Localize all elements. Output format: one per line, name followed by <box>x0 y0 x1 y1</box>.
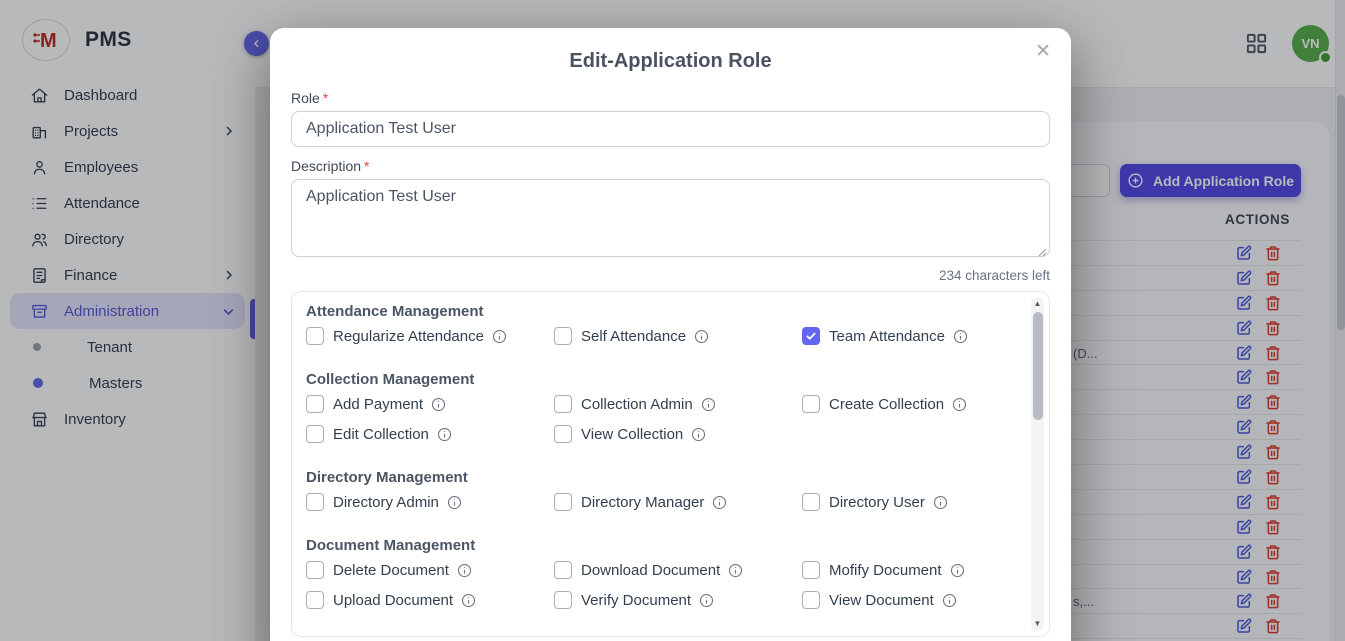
permission-view-document[interactable]: View Document <box>802 590 1005 610</box>
permission-label: Verify Document <box>581 592 691 609</box>
info-icon[interactable] <box>461 593 476 608</box>
info-icon[interactable] <box>942 593 957 608</box>
permission-label: Team Attendance <box>829 328 945 345</box>
checkbox-unchecked[interactable] <box>554 327 572 345</box>
permission-section-title: Attendance Management <box>306 304 1005 319</box>
checkbox-unchecked[interactable] <box>554 493 572 511</box>
permission-label: Self Attendance <box>581 328 686 345</box>
checkbox-unchecked[interactable] <box>306 395 324 413</box>
permission-label: Collection Admin <box>581 396 693 413</box>
info-icon[interactable] <box>457 563 472 578</box>
permission-label: Directory User <box>829 494 925 511</box>
info-icon[interactable] <box>492 329 507 344</box>
checkbox-unchecked[interactable] <box>554 395 572 413</box>
role-input[interactable] <box>291 111 1050 147</box>
permission-upload-document[interactable]: Upload Document <box>306 590 554 610</box>
modal-title: Edit-Application Role <box>291 49 1050 73</box>
permission-section-directory-management: Directory ManagementDirectory AdminDirec… <box>306 470 1005 512</box>
checkbox-unchecked[interactable] <box>306 493 324 511</box>
permission-label: Mofify Document <box>829 562 942 579</box>
info-icon[interactable] <box>953 329 968 344</box>
info-icon[interactable] <box>933 495 948 510</box>
info-icon[interactable] <box>952 397 967 412</box>
description-label: Description* <box>291 158 1050 174</box>
permission-section-attendance-management: Attendance Management Regularize Attendan… <box>306 304 1005 346</box>
info-icon[interactable] <box>447 495 462 510</box>
checkbox-unchecked[interactable] <box>306 327 324 345</box>
permission-grid: Delete Document Download Document Mofify D… <box>306 560 1005 610</box>
checkbox-unchecked[interactable] <box>554 591 572 609</box>
permissions-scrollbar[interactable]: ▲ ▼ <box>1031 297 1044 631</box>
permission-verify-document[interactable]: Verify Document <box>554 590 802 610</box>
permission-section-title: Directory Management <box>306 470 1005 485</box>
permission-grid: Directory Admin Directory Manager Director… <box>306 492 1005 512</box>
required-mark: * <box>364 158 369 174</box>
permission-section-title: Document Management <box>306 538 1005 553</box>
permission-regularize-attendance[interactable]: Regularize Attendance <box>306 326 554 346</box>
permission-label: View Document <box>829 592 934 609</box>
permission-view-collection[interactable]: View Collection <box>554 424 802 444</box>
checkbox-unchecked[interactable] <box>554 561 572 579</box>
permission-section-collection-management: Collection Management Add Payment Collecti… <box>306 372 1005 444</box>
required-mark: * <box>323 90 328 106</box>
permission-collection-admin[interactable]: Collection Admin <box>554 394 802 414</box>
checkbox-unchecked[interactable] <box>306 561 324 579</box>
permission-directory-user[interactable]: Directory User <box>802 492 1005 512</box>
permission-edit-collection[interactable]: Edit Collection <box>306 424 554 444</box>
checkbox-unchecked[interactable] <box>554 425 572 443</box>
permission-section-title: Collection Management <box>306 372 1005 387</box>
info-icon[interactable] <box>699 593 714 608</box>
permission-create-collection[interactable]: Create Collection <box>802 394 1005 414</box>
check-icon <box>805 330 817 342</box>
checkbox-unchecked[interactable] <box>802 591 820 609</box>
info-icon[interactable] <box>701 397 716 412</box>
permission-label: Directory Manager <box>581 494 704 511</box>
permission-label: Regularize Attendance <box>333 328 484 345</box>
checkbox-unchecked[interactable] <box>802 395 820 413</box>
permissions-scrollbar-thumb[interactable] <box>1033 312 1043 420</box>
info-icon[interactable] <box>437 427 452 442</box>
permission-download-document[interactable]: Download Document <box>554 560 802 580</box>
permission-label: Upload Document <box>333 592 453 609</box>
info-icon[interactable] <box>691 427 706 442</box>
screen: M PMS DashboardProjectsEmployeesAttendan… <box>0 0 1345 641</box>
info-icon[interactable] <box>694 329 709 344</box>
description-textarea[interactable]: Application Test User <box>291 179 1050 257</box>
permission-mofify-document[interactable]: Mofify Document <box>802 560 1005 580</box>
permission-add-payment[interactable]: Add Payment <box>306 394 554 414</box>
permission-sections: Attendance Management Regularize Attendan… <box>306 304 1005 610</box>
checkbox-unchecked[interactable] <box>306 425 324 443</box>
close-icon[interactable]: ✕ <box>1035 42 1051 61</box>
checkbox-unchecked[interactable] <box>802 561 820 579</box>
permission-label: Directory Admin <box>333 494 439 511</box>
permission-grid: Add Payment Collection Admin Create Collec… <box>306 394 1005 444</box>
permission-section-document-management: Document Management Delete Document Downlo… <box>306 538 1005 610</box>
permission-label: Create Collection <box>829 396 944 413</box>
checkbox-checked[interactable] <box>802 327 820 345</box>
edit-application-role-modal: ✕ Edit-Application Role Role* Descriptio… <box>270 28 1071 641</box>
checkbox-unchecked[interactable] <box>802 493 820 511</box>
permission-label: Edit Collection <box>333 426 429 443</box>
permission-delete-document[interactable]: Delete Document <box>306 560 554 580</box>
role-label: Role* <box>291 90 1050 106</box>
permission-label: Add Payment <box>333 396 423 413</box>
permission-directory-admin[interactable]: Directory Admin <box>306 492 554 512</box>
checkbox-unchecked[interactable] <box>306 591 324 609</box>
scroll-up-icon[interactable]: ▲ <box>1031 298 1044 310</box>
info-icon[interactable] <box>950 563 965 578</box>
info-icon[interactable] <box>712 495 727 510</box>
info-icon[interactable] <box>728 563 743 578</box>
permission-label: Download Document <box>581 562 720 579</box>
permission-directory-manager[interactable]: Directory Manager <box>554 492 802 512</box>
permission-self-attendance[interactable]: Self Attendance <box>554 326 802 346</box>
info-icon[interactable] <box>431 397 446 412</box>
permissions-box: Attendance Management Regularize Attendan… <box>291 291 1050 637</box>
permission-label: View Collection <box>581 426 683 443</box>
permission-label: Delete Document <box>333 562 449 579</box>
permission-team-attendance[interactable]: Team Attendance <box>802 326 1005 346</box>
characters-left-counter: 234 characters left <box>291 268 1050 283</box>
permission-grid: Regularize Attendance Self Attendance Team… <box>306 326 1005 346</box>
scroll-down-icon[interactable]: ▼ <box>1031 618 1044 630</box>
